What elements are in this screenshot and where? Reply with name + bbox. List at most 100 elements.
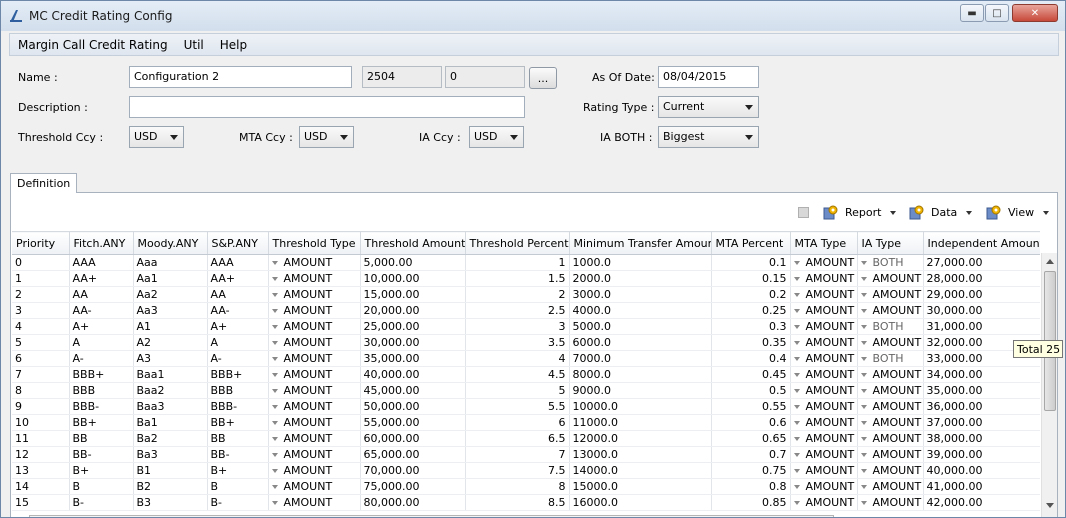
table-cell[interactable]: 14 [12,478,70,495]
table-cell[interactable]: 55,000.00 [360,414,466,431]
table-cell[interactable]: BOTH [857,318,924,335]
table-cell[interactable]: AMOUNT [857,462,924,479]
table-cell[interactable]: BB [207,430,269,447]
threshold-ccy-select[interactable]: USD [129,126,184,148]
table-cell[interactable]: 3 [12,302,70,319]
table-cell[interactable]: 4000.0 [569,302,712,319]
table-cell[interactable]: AMOUNT [790,478,858,495]
table-cell[interactable]: 0.3 [711,318,791,335]
table-cell[interactable]: 15,000.00 [360,286,466,303]
description-field[interactable] [129,96,525,118]
table-cell[interactable]: 37,000.00 [923,414,1040,431]
table-cell[interactable]: A- [207,350,269,367]
table-cell[interactable]: 10 [12,414,70,431]
menu-margin-call-credit-rating[interactable]: Margin Call Credit Rating [10,38,176,52]
table-cell[interactable]: 8.5 [465,494,570,511]
table-row[interactable]: 5 A A2 A AMOUNT 30,000.00 3.5 6000.0 0.35 AMOUNT A… [12,334,1040,351]
table-cell[interactable]: AMOUNT [268,350,361,367]
table-cell[interactable]: 25,000.00 [360,318,466,335]
table-cell[interactable]: 0.75 [711,462,791,479]
table-cell[interactable]: AMOUNT [857,286,924,303]
table-cell[interactable]: 8 [12,382,70,399]
title-bar[interactable]: MC Credit Rating Config ▬ □ ✕ [1,1,1065,31]
table-cell[interactable]: A [207,334,269,351]
table-cell[interactable]: 14000.0 [569,462,712,479]
table-cell[interactable]: 1 [465,254,570,271]
table-cell[interactable]: 11000.0 [569,414,712,431]
table-cell[interactable]: B- [207,494,269,511]
table-cell[interactable]: 15000.0 [569,478,712,495]
table-cell[interactable]: 0 [12,254,70,271]
menu-help[interactable]: Help [212,38,255,52]
table-cell[interactable]: 16000.0 [569,494,712,511]
table-row[interactable]: 14 B B2 B AMOUNT 75,000.00 8 15000.0 0.8 AMOUNT AM… [12,478,1040,495]
table-cell[interactable]: 50,000.00 [360,398,466,415]
column-header[interactable]: S&P.ANY [207,231,269,255]
table-cell[interactable]: 6000.0 [569,334,712,351]
mta-ccy-select[interactable]: USD [299,126,354,148]
table-cell[interactable]: 30,000.00 [360,334,466,351]
table-cell[interactable]: 0.2 [711,286,791,303]
table-cell[interactable]: BB- [69,446,134,463]
table-cell[interactable]: Aaa [133,254,208,271]
table-cell[interactable]: AMOUNT [857,366,924,383]
table-cell[interactable]: 29,000.00 [923,286,1040,303]
table-cell[interactable]: AMOUNT [857,478,924,495]
browse-button[interactable]: ... [529,67,557,89]
maximize-button[interactable]: □ [985,4,1009,22]
table-cell[interactable]: 80,000.00 [360,494,466,511]
table-cell[interactable]: 10000.0 [569,398,712,415]
column-header[interactable]: Threshold Type [268,231,361,255]
table-cell[interactable]: B3 [133,494,208,511]
table-cell[interactable]: AA [69,286,134,303]
table-cell[interactable]: A+ [207,318,269,335]
table-row[interactable]: 9 BBB- Baa3 BBB- AMOUNT 50,000.00 5.5 10000.0 0.… [12,398,1040,415]
data-menu-button[interactable]: Data [909,205,973,220]
table-cell[interactable]: AMOUNT [790,494,858,511]
table-cell[interactable]: AMOUNT [268,398,361,415]
table-cell[interactable]: AMOUNT [857,270,924,287]
close-button[interactable]: ✕ [1012,4,1058,22]
table-cell[interactable]: 0.5 [711,382,791,399]
table-cell[interactable]: B1 [133,462,208,479]
table-cell[interactable]: A [69,334,134,351]
table-cell[interactable]: 6 [465,414,570,431]
report-menu-button[interactable]: Report [823,205,897,220]
table-cell[interactable]: A2 [133,334,208,351]
name-field[interactable]: Configuration 2 [129,66,352,88]
table-cell[interactable]: 27,000.00 [923,254,1040,271]
table-cell[interactable]: 9 [12,398,70,415]
table-cell[interactable]: BB [69,430,134,447]
table-cell[interactable]: AMOUNT [268,302,361,319]
table-cell[interactable]: AA+ [69,270,134,287]
rating-type-select[interactable]: Current [658,96,759,118]
table-cell[interactable]: AMOUNT [268,478,361,495]
table-cell[interactable]: 38,000.00 [923,430,1040,447]
table-cell[interactable]: 7.5 [465,462,570,479]
table-cell[interactable]: AMOUNT [268,366,361,383]
table-cell[interactable]: AMOUNT [790,302,858,319]
table-cell[interactable]: BOTH [857,350,924,367]
table-cell[interactable]: BBB [207,382,269,399]
table-cell[interactable]: AA- [69,302,134,319]
table-cell[interactable]: 5 [465,382,570,399]
table-cell[interactable]: 4 [12,318,70,335]
table-cell[interactable]: 75,000.00 [360,478,466,495]
table-cell[interactable]: 0.1 [711,254,791,271]
table-cell[interactable]: 5000.0 [569,318,712,335]
table-row[interactable]: 12 BB- Ba3 BB- AMOUNT 65,000.00 7 13000.0 0.7 AMO… [12,446,1040,463]
table-cell[interactable]: B+ [69,462,134,479]
table-cell[interactable]: 34,000.00 [923,366,1040,383]
table-cell[interactable]: AMOUNT [268,270,361,287]
table-cell[interactable]: Aa2 [133,286,208,303]
stop-icon[interactable] [798,207,809,218]
table-cell[interactable]: 4.5 [465,366,570,383]
table-cell[interactable]: Baa2 [133,382,208,399]
table-cell[interactable]: B+ [207,462,269,479]
table-cell[interactable]: 8 [465,478,570,495]
table-cell[interactable]: 0.85 [711,494,791,511]
table-cell[interactable]: AMOUNT [268,382,361,399]
table-cell[interactable]: AMOUNT [857,398,924,415]
table-cell[interactable]: BBB- [207,398,269,415]
table-cell[interactable]: 35,000.00 [360,350,466,367]
